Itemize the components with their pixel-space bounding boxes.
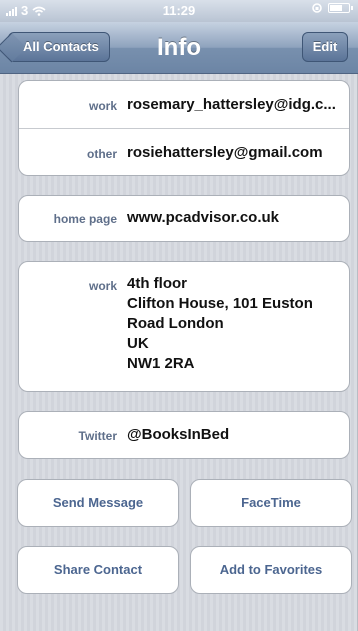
status-right (312, 3, 353, 13)
homepage-label: home page (53, 212, 117, 226)
homepage-value: www.pcadvisor.co.uk (127, 209, 279, 226)
add-to-favorites-button[interactable]: Add to Favorites (190, 546, 352, 594)
address-line: Clifton House, 101 Euston (127, 295, 313, 312)
address-line: NW1 2RA (127, 355, 195, 372)
battery-icon (328, 3, 353, 13)
address-label: work (88, 279, 117, 293)
edit-button[interactable]: Edit (302, 32, 348, 62)
email-row-other[interactable]: other rosiehattersley@gmail.com (19, 128, 349, 175)
email-value: rosiehattersley@gmail.com (127, 144, 323, 161)
orientation-lock-icon (312, 3, 322, 13)
homepage-group: home page www.pcadvisor.co.uk (18, 195, 350, 242)
email-label: work (88, 99, 117, 113)
navigation-bar: All Contacts Info Edit (0, 22, 358, 74)
contact-info-screen: 3 11:29 All Contacts Info Edit work rose… (0, 0, 358, 631)
email-label: other (87, 147, 117, 161)
address-line: Road London (127, 315, 224, 332)
facetime-button[interactable]: FaceTime (190, 479, 352, 527)
address-line: 4th floor (127, 275, 187, 292)
share-contact-button[interactable]: Share Contact (17, 546, 179, 594)
twitter-row[interactable]: Twitter @BooksInBed (19, 412, 349, 458)
email-group: work rosemary_hattersley@idg.c... other … (18, 80, 350, 176)
status-bar: 3 11:29 (0, 0, 358, 22)
send-message-button[interactable]: Send Message (17, 479, 179, 527)
address-group: work 4th floor Clifton House, 101 Euston… (18, 261, 350, 392)
email-value: rosemary_hattersley@idg.c... (127, 96, 336, 113)
status-time: 11:29 (162, 3, 196, 18)
address-value: 4th floor Clifton House, 101 Euston Road… (127, 274, 341, 374)
homepage-row[interactable]: home page www.pcadvisor.co.uk (19, 196, 349, 241)
address-row[interactable]: work 4th floor Clifton House, 101 Euston… (19, 262, 349, 391)
email-row-work[interactable]: work rosemary_hattersley@idg.c... (19, 81, 349, 128)
twitter-label: Twitter (78, 429, 117, 443)
address-line: UK (127, 335, 149, 352)
twitter-group: Twitter @BooksInBed (18, 411, 350, 459)
twitter-value: @BooksInBed (127, 426, 230, 443)
